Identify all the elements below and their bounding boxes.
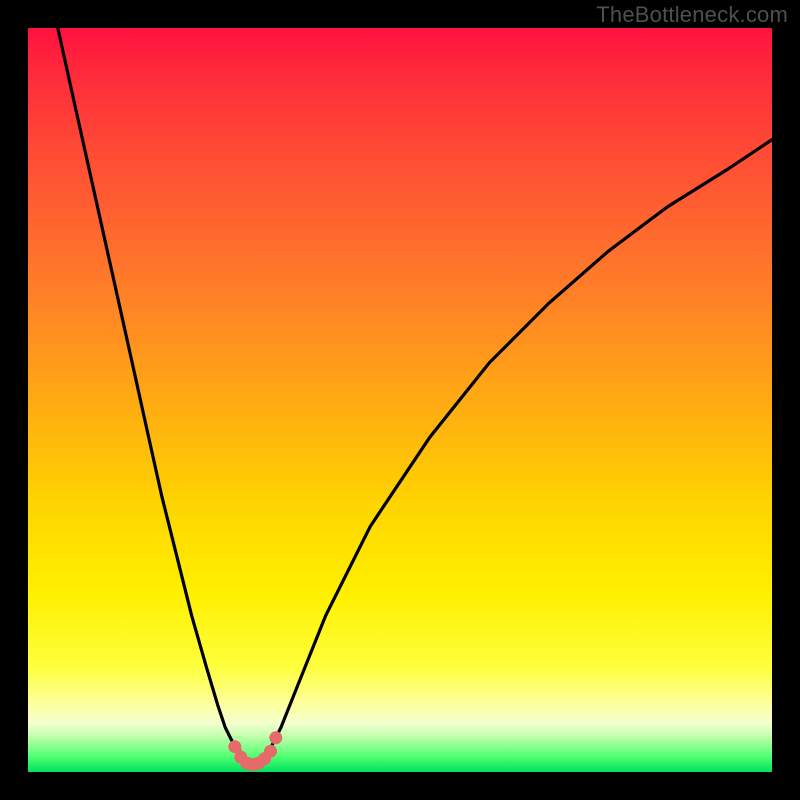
watermark-text: TheBottleneck.com [596, 2, 788, 28]
plot-area [28, 28, 772, 772]
valley-marker [264, 745, 277, 758]
right-branch-path [270, 140, 772, 750]
chart-frame: TheBottleneck.com [0, 0, 800, 800]
curve-group [58, 28, 772, 765]
curve-layer [28, 28, 772, 772]
left-branch-path [58, 28, 238, 750]
valley-marker [269, 731, 282, 744]
marker-group [228, 731, 282, 771]
